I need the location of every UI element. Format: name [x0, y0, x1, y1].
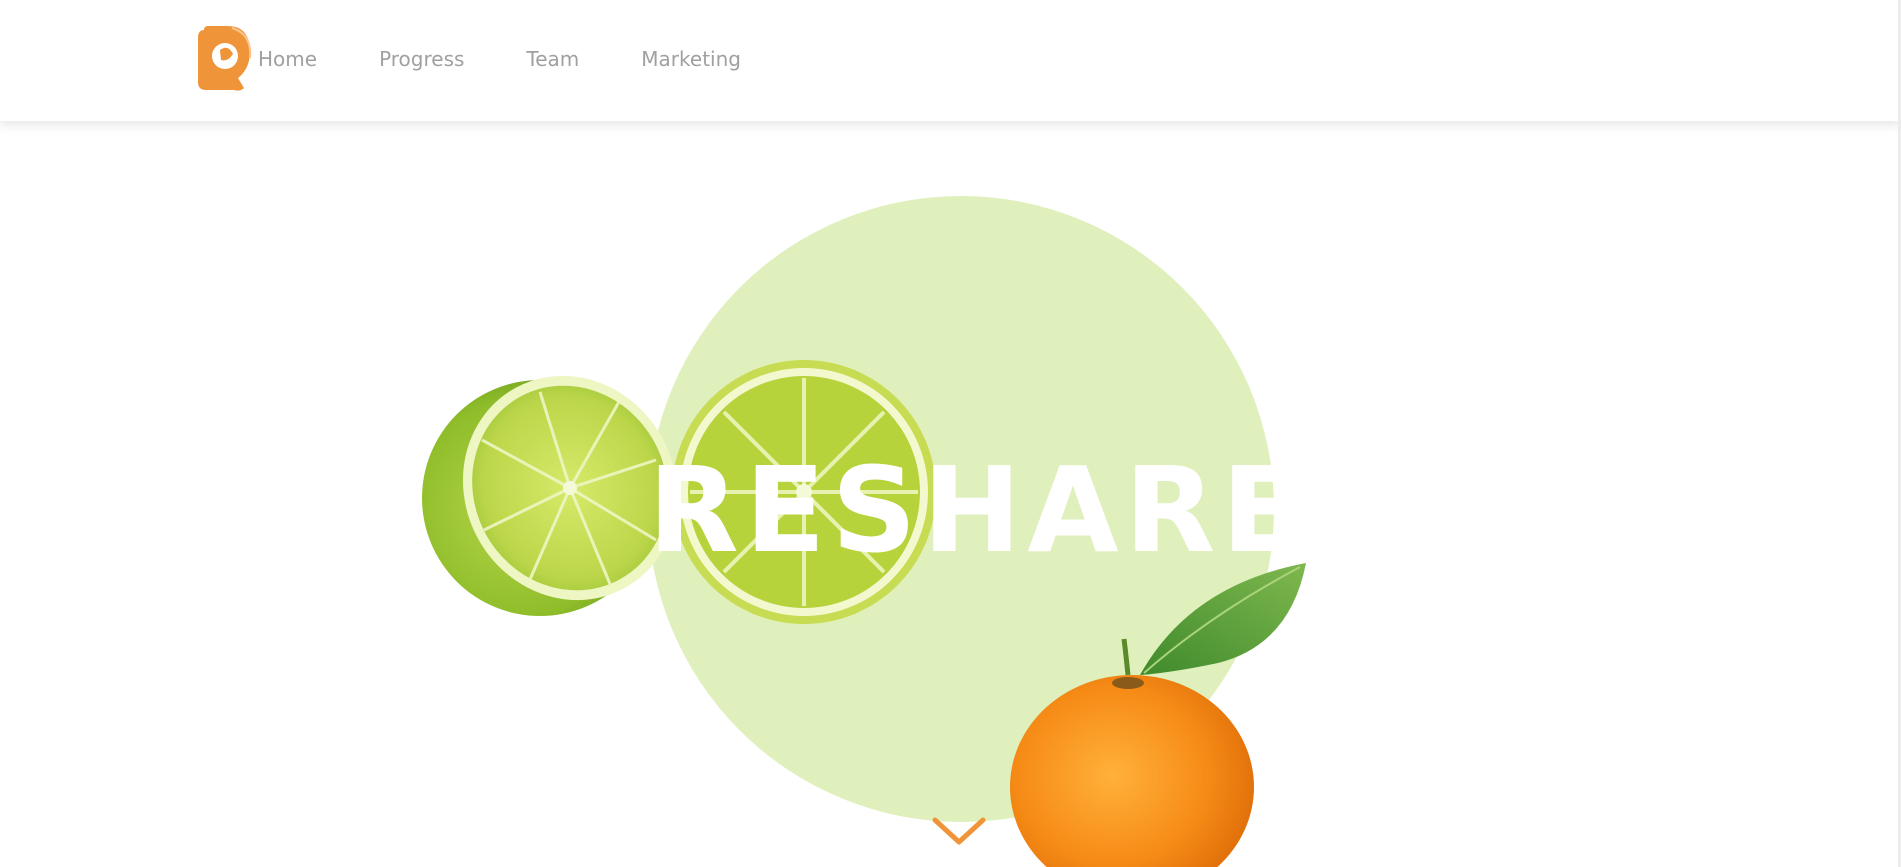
nav-item-marketing[interactable]: Marketing: [641, 44, 741, 74]
chevron-down-icon[interactable]: [931, 814, 987, 850]
page: Home Progress Team Marketing RESHARE: [0, 0, 1901, 867]
nav-item-home[interactable]: Home: [258, 44, 317, 74]
orange-with-leaf-image: [1010, 563, 1306, 867]
nav-item-progress[interactable]: Progress: [379, 44, 464, 74]
brand-logo-icon[interactable]: [194, 24, 254, 92]
nav-item-team[interactable]: Team: [526, 44, 579, 74]
top-navigation-bar: Home Progress Team Marketing: [0, 0, 1901, 121]
lime-half-side-image: [422, 375, 678, 616]
main-nav: Home Progress Team Marketing: [258, 44, 741, 74]
